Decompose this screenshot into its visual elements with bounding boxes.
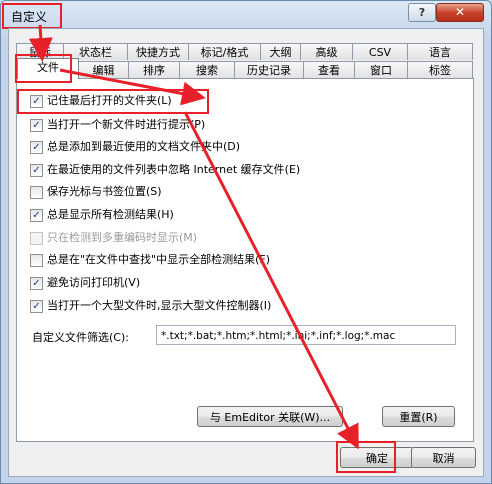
annotation-highlight-title — [2, 3, 62, 29]
title-bar: 自定义 ? ✕ — [1, 1, 491, 29]
file-filter-label: 自定义文件筛选(C): — [32, 331, 129, 344]
cancel-button[interactable]: 取消 — [411, 447, 476, 468]
help-button[interactable]: ? — [408, 3, 436, 22]
tab-sort[interactable]: 排序 — [128, 61, 180, 78]
option-label: 总是显示所有检测结果(H) — [47, 208, 174, 221]
option-label: 总是添加到最近使用的文档文件夹中(D) — [47, 140, 241, 153]
checkbox[interactable]: ✓ — [30, 277, 43, 290]
file-filter-input[interactable]: *.txt;*.bat;*.htm;*.html;*.ini;*.inf;*.l… — [156, 325, 456, 345]
checkbox[interactable]: ✓ — [30, 164, 43, 177]
tab-view[interactable]: 查看 — [303, 61, 355, 78]
tab-tabs[interactable]: 标签 — [407, 61, 473, 78]
checkbox[interactable]: ✓ — [30, 119, 43, 132]
option-label: 总是在"在文件中查找"中显示全部检测结果(F) — [47, 253, 271, 266]
tab-edit[interactable]: 编辑 — [78, 61, 129, 78]
annotation-highlight-file-tab — [15, 54, 72, 83]
tab-window[interactable]: 窗口 — [354, 61, 408, 78]
tab-csv[interactable]: CSV — [352, 43, 408, 60]
annotation-highlight-ok — [336, 441, 396, 473]
tab-shortcuts[interactable]: 快捷方式 — [127, 43, 189, 60]
tab-outline[interactable]: 大纲 — [260, 43, 301, 60]
option-label: 只在检测到多重编码时显示(M) — [47, 231, 198, 244]
tab-history[interactable]: 历史记录 — [234, 61, 304, 78]
option-label: 保存光标与书签位置(S) — [47, 185, 162, 198]
option-label: 当打开一个大型文件时,显示大型文件控制器(I) — [47, 299, 272, 312]
checkbox[interactable] — [30, 232, 43, 245]
close-button[interactable]: ✕ — [436, 3, 484, 22]
checkbox[interactable]: ✓ — [30, 300, 43, 313]
option-label: 避免访问打印机(V) — [47, 276, 141, 289]
option-label: 当打开一个新文件时进行提示(P) — [47, 118, 206, 131]
checkbox[interactable] — [30, 254, 43, 267]
tab-language[interactable]: 语言 — [407, 43, 473, 60]
checkbox[interactable]: ✓ — [30, 141, 43, 154]
tab-search[interactable]: 搜索 — [179, 61, 235, 78]
reset-button[interactable]: 重置(R) — [382, 406, 455, 427]
tab-advanced[interactable]: 高级 — [300, 43, 353, 60]
option-label: 在最近使用的文件列表中忽略 Internet 缓存文件(E) — [47, 163, 301, 176]
annotation-highlight-option — [17, 89, 209, 114]
checkbox[interactable] — [30, 186, 43, 199]
associate-button[interactable]: 与 EmEditor 关联(W)... — [197, 406, 343, 427]
tab-marks-format[interactable]: 标记/格式 — [188, 43, 261, 60]
checkbox[interactable]: ✓ — [30, 209, 43, 222]
